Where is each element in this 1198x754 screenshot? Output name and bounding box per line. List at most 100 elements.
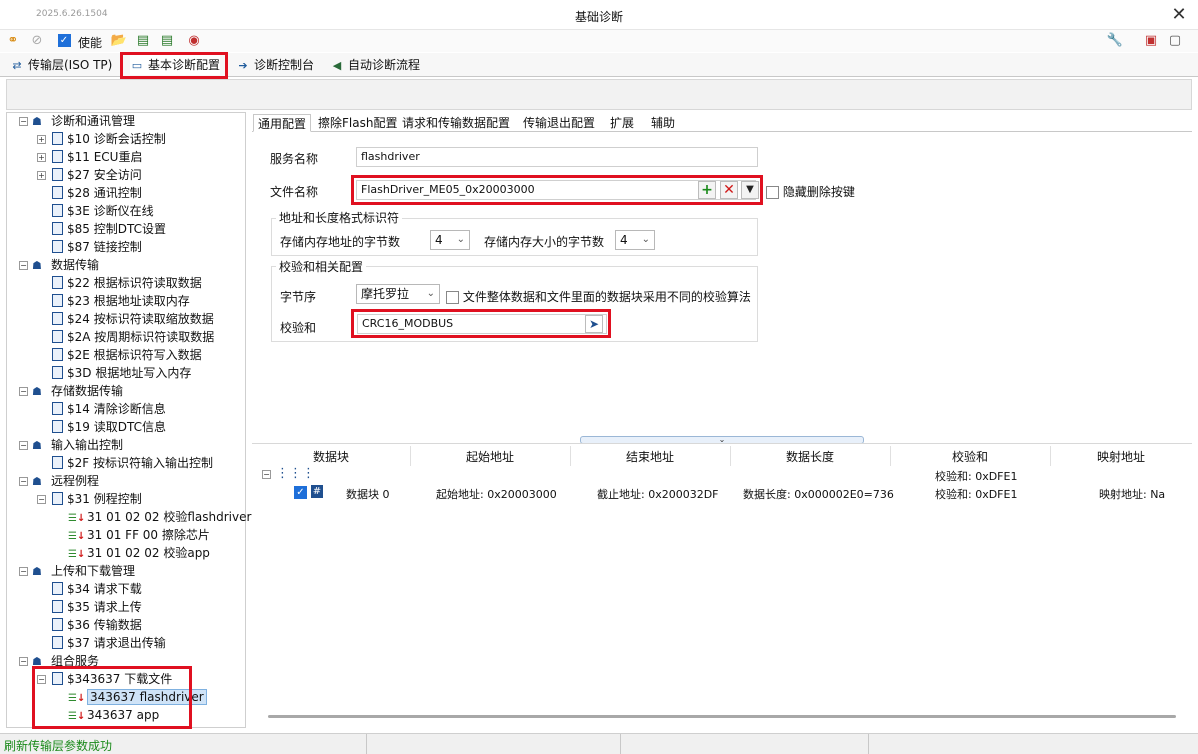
wrench-icon[interactable]: 🔧 bbox=[1106, 33, 1124, 49]
collapse-toggle[interactable]: − bbox=[19, 441, 28, 450]
col-header[interactable]: 起始地址 bbox=[410, 449, 570, 469]
tab-erase-flash-config[interactable]: 擦除Flash配置 bbox=[318, 114, 397, 132]
close-icon[interactable]: ✕ bbox=[1168, 4, 1190, 26]
tree-item[interactable]: $2A 按周期标识符读取数据 bbox=[52, 328, 214, 346]
tree-item[interactable]: $31 例程控制 bbox=[52, 490, 142, 508]
tree-item[interactable]: $3D 根据地址写入内存 bbox=[52, 364, 191, 382]
tree-item[interactable]: $2E 根据标识符写入数据 bbox=[52, 346, 202, 364]
tree-subitem[interactable]: ☰↓ 31 01 FF 00 擦除芯片 bbox=[68, 526, 210, 544]
byte-order-select[interactable]: 摩托罗拉 ⌄ bbox=[356, 284, 440, 304]
tree-group[interactable]: ☗ 上传和下载管理 bbox=[32, 562, 135, 580]
tree-item[interactable]: $27 安全访问 bbox=[52, 166, 142, 184]
hide-delete-checkbox[interactable]: 隐藏删除按键 bbox=[766, 183, 855, 200]
tab-diag-console[interactable]: ➔ 诊断控制台 bbox=[236, 55, 314, 75]
save-as-icon[interactable]: ▤ bbox=[158, 33, 176, 49]
window-title: 基础诊断 bbox=[574, 10, 623, 24]
collapse-toggle[interactable]: − bbox=[37, 675, 46, 684]
document-icon bbox=[52, 330, 63, 343]
tree-subitem[interactable]: ☰↓ 31 01 02 02 校验app bbox=[68, 544, 210, 562]
collapse-toggle[interactable]: − bbox=[19, 387, 28, 396]
tree-item[interactable]: $35 请求上传 bbox=[52, 598, 142, 616]
tree-group[interactable]: ☗ 输入输出控制 bbox=[32, 436, 123, 454]
expand-toggle[interactable]: + bbox=[37, 135, 46, 144]
diff-algo-checkbox[interactable]: 文件整体数据和文件里面的数据块采用不同的校验算法 bbox=[446, 288, 751, 305]
enable-label: 使能 bbox=[78, 36, 103, 50]
tree-item[interactable]: $11 ECU重启 bbox=[52, 148, 142, 166]
save-icon[interactable]: ▤ bbox=[134, 33, 152, 49]
tree-item[interactable]: $10 诊断会话控制 bbox=[52, 130, 166, 148]
connect-icon[interactable]: ⚭ bbox=[4, 33, 22, 49]
tree-item[interactable]: $3E 诊断仪在线 bbox=[52, 202, 154, 220]
tree-item[interactable]: $85 控制DTC设置 bbox=[52, 220, 166, 238]
status-bar bbox=[0, 733, 1198, 754]
collapse-toggle[interactable]: − bbox=[262, 470, 271, 479]
checkbox[interactable] bbox=[766, 186, 779, 199]
block-length: 数据长度: 0x000002E0=736 bbox=[743, 488, 894, 501]
col-header[interactable]: 结束地址 bbox=[570, 449, 730, 469]
tree-item[interactable]: $36 传输数据 bbox=[52, 616, 142, 634]
tree-group[interactable]: ☗ 数据传输 bbox=[32, 256, 99, 274]
file-name-input[interactable]: FlashDriver_ME05_0x20003000 bbox=[356, 180, 756, 200]
collapse-toggle[interactable]: − bbox=[19, 261, 28, 270]
tree-item[interactable]: $19 读取DTC信息 bbox=[52, 418, 166, 436]
dropdown-button[interactable]: ▼ bbox=[741, 181, 759, 199]
tree-subitem[interactable]: ☰↓ 343637 app bbox=[68, 706, 159, 724]
tab-request-transfer-config[interactable]: 请求和传输数据配置 bbox=[402, 114, 510, 132]
console-icon: ➔ bbox=[238, 59, 248, 72]
tab-transfer-exit-config[interactable]: 传输退出配置 bbox=[523, 114, 595, 132]
document-icon bbox=[52, 294, 63, 307]
row-checkbox[interactable]: ✓ bbox=[294, 485, 307, 499]
tab-auxiliary[interactable]: 辅助 bbox=[651, 114, 675, 132]
file-name-label: 文件名称 bbox=[270, 185, 319, 199]
collapse-toggle[interactable]: − bbox=[19, 567, 28, 576]
col-header[interactable]: 数据长度 bbox=[730, 449, 890, 469]
cursor-icon[interactable]: ➤ bbox=[585, 315, 603, 333]
tree-subitem-selected[interactable]: ☰↓ 343637 flashdriver bbox=[68, 688, 207, 706]
expand-toggle[interactable]: + bbox=[37, 153, 46, 162]
tree-item[interactable]: $34 请求下载 bbox=[52, 580, 142, 598]
chevron-down-icon: ⌄ bbox=[426, 288, 435, 299]
delete-window-icon[interactable]: ▣ bbox=[1142, 33, 1160, 49]
col-header[interactable]: 校验和 bbox=[890, 449, 1050, 469]
collapse-toggle[interactable]: − bbox=[37, 495, 46, 504]
tree-item[interactable]: $22 根据标识符读取数据 bbox=[52, 274, 202, 292]
tree-item[interactable]: $28 通讯控制 bbox=[52, 184, 142, 202]
tree-item[interactable]: $24 按标识符读取缩放数据 bbox=[52, 310, 214, 328]
tab-extension[interactable]: 扩展 bbox=[610, 114, 634, 132]
layout-icon[interactable]: ▢ bbox=[1166, 33, 1184, 49]
tree-item[interactable]: $2F 按标识符输入输出控制 bbox=[52, 454, 213, 472]
expand-toggle[interactable]: + bbox=[37, 171, 46, 180]
tree-item[interactable]: $23 根据地址读取内存 bbox=[52, 292, 190, 310]
collapse-toggle[interactable]: − bbox=[19, 657, 28, 666]
tab-transport-layer[interactable]: ⇄ 传输层(ISO TP) bbox=[10, 55, 112, 75]
tab-basic-diag-config[interactable]: ▭ 基本诊断配置 bbox=[130, 55, 221, 75]
disconnect-icon[interactable]: ⊘ bbox=[28, 33, 46, 49]
tree-group[interactable]: ☗ 存储数据传输 bbox=[32, 382, 123, 400]
tree-item[interactable]: $14 清除诊断信息 bbox=[52, 400, 166, 418]
tree-group[interactable]: ☗ 组合服务 bbox=[32, 652, 99, 670]
tree-group[interactable]: ☗ 远程例程 bbox=[32, 472, 99, 490]
tab-general-config[interactable]: 通用配置 bbox=[253, 114, 312, 132]
routine-icon: ☰↓ bbox=[68, 711, 86, 722]
tree-subitem[interactable]: ☰↓ 31 01 02 02 校验flashdriver bbox=[68, 508, 251, 526]
checksum-input[interactable]: CRC16_MODBUS bbox=[357, 314, 607, 334]
tree-item[interactable]: $37 请求退出传输 bbox=[52, 634, 166, 652]
horizontal-scrollbar[interactable] bbox=[268, 715, 1176, 718]
enable-checkbox[interactable]: ✓ bbox=[55, 33, 73, 49]
tree-item[interactable]: $87 链接控制 bbox=[52, 238, 142, 256]
col-header[interactable]: 映射地址 bbox=[1050, 449, 1192, 469]
tree-group[interactable]: ☗ 诊断和通讯管理 bbox=[32, 112, 135, 130]
delete-file-button[interactable]: ✕ bbox=[720, 181, 738, 199]
checkbox[interactable] bbox=[446, 291, 459, 304]
document-icon bbox=[52, 618, 63, 631]
tree-item[interactable]: $343637 下载文件 bbox=[52, 670, 172, 688]
collapse-toggle[interactable]: − bbox=[19, 117, 28, 126]
addr-bytes-select[interactable]: 4 ⌄ bbox=[430, 230, 470, 250]
service-name-input[interactable]: flashdriver bbox=[356, 147, 758, 167]
add-file-button[interactable]: + bbox=[698, 181, 716, 199]
tab-auto-diag-flow[interactable]: ◀ 自动诊断流程 bbox=[330, 55, 420, 75]
collapse-toggle[interactable]: − bbox=[19, 477, 28, 486]
size-bytes-select[interactable]: 4 ⌄ bbox=[615, 230, 655, 250]
diagnose-icon[interactable]: ◉ bbox=[185, 33, 203, 49]
open-folder-icon[interactable]: 📂 bbox=[110, 33, 128, 49]
